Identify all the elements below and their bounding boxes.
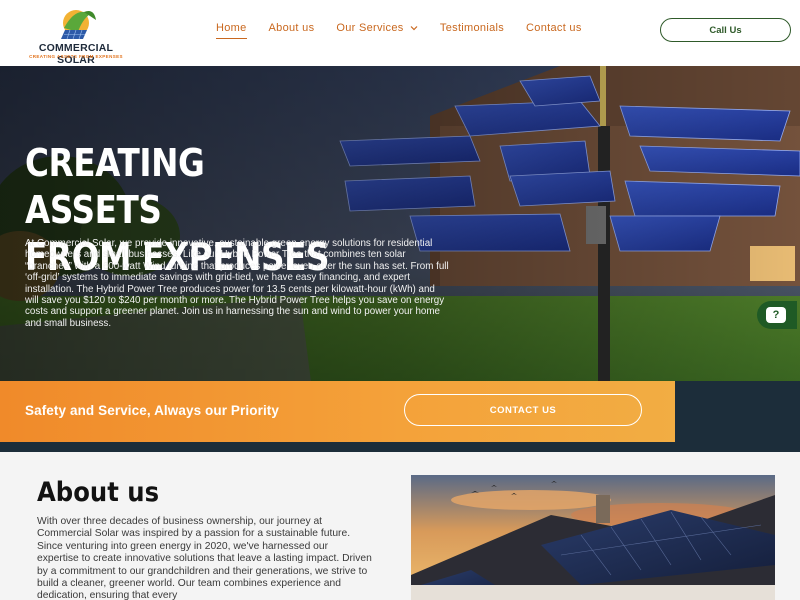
call-us-button[interactable]: Call Us — [660, 18, 791, 42]
promo-bar: Safety and Service, Always our Priority … — [0, 381, 675, 442]
hero-section: CREATING ASSETS FROM EXPENSES At Commerc… — [0, 66, 800, 452]
promo-underline — [0, 442, 675, 452]
about-house-image — [411, 475, 775, 600]
main-nav: Home About us Our Services Testimonials … — [216, 22, 604, 39]
nav-about-us[interactable]: About us — [269, 22, 315, 34]
about-description: With over three decades of business owne… — [37, 516, 372, 600]
help-chat-button[interactable]: ? — [757, 301, 797, 329]
nav-home[interactable]: Home — [216, 22, 247, 39]
chevron-down-icon — [410, 26, 418, 31]
nav-contact-us[interactable]: Contact us — [526, 22, 582, 34]
nav-our-services-label: Our Services — [336, 22, 404, 34]
logo-tagline: CREATING ASSETS FROM EXPENSES — [29, 54, 123, 59]
site-header: COMMERCIAL SOLAR CREATING ASSETS FROM EX… — [0, 0, 800, 66]
about-title: About us — [37, 477, 160, 508]
hero-description: At Commercial Solar, we provide innovati… — [25, 238, 449, 329]
contact-us-button[interactable]: CONTACT US — [404, 394, 642, 426]
nav-testimonials[interactable]: Testimonials — [440, 22, 504, 34]
question-chat-icon: ? — [766, 307, 786, 323]
about-section: About us With over three decades of busi… — [0, 452, 800, 600]
promo-dark-strip — [675, 381, 800, 452]
nav-our-services[interactable]: Our Services — [336, 22, 418, 34]
hero-title-line1: CREATING ASSETS — [25, 141, 205, 232]
promo-text: Safety and Service, Always our Priority — [25, 403, 279, 418]
